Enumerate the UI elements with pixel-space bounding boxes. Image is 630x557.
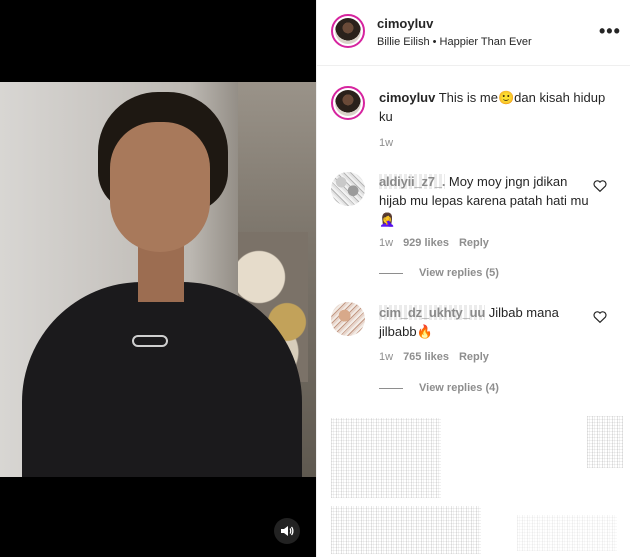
reply-button[interactable]: Reply [459, 237, 489, 249]
caption-timestamp: 1w [379, 137, 394, 149]
post-side-panel: cimoyluv Billie Eilish • Happier Than Ev… [316, 0, 630, 557]
person-body [22, 282, 302, 477]
media-panel [0, 0, 316, 557]
comment-meta: 1w 765 likes Reply [379, 351, 499, 363]
censored-content [331, 418, 441, 498]
heart-icon[interactable] [593, 310, 607, 324]
view-replies-label: View replies (4) [419, 382, 499, 394]
commenter-avatar[interactable] [331, 172, 365, 206]
necklace [132, 335, 168, 347]
comment-text: cim_dz_ukhty_uu Jilbab mana jilbabb🔥 [379, 303, 597, 341]
heart-icon[interactable] [593, 179, 607, 193]
author-avatar[interactable] [331, 14, 365, 48]
censored-content [517, 515, 617, 551]
caption-username[interactable]: cimoyluv [379, 90, 435, 105]
sound-toggle-button[interactable] [274, 518, 300, 544]
comment-likes[interactable]: 929 likes [403, 237, 449, 249]
person-face [110, 122, 210, 252]
commenter-username[interactable]: cim_dz_ukhty_uu [379, 305, 485, 320]
comment-meta: 1w 929 likes Reply [379, 237, 499, 249]
view-replies-button[interactable]: View replies (5) [379, 267, 499, 279]
more-options-icon[interactable]: ••• [599, 22, 621, 40]
post-header: cimoyluv Billie Eilish • Happier Than Ev… [317, 0, 630, 66]
comment-text: aldiyii_z7_. Moy moy jngn jdikan hijab m… [379, 172, 597, 229]
commenter-username[interactable]: aldiyii_z7_. [379, 174, 445, 189]
censored-content [331, 506, 481, 554]
caption-avatar[interactable] [331, 86, 365, 120]
commenter-avatar[interactable] [331, 302, 365, 336]
author-username[interactable]: cimoyluv [377, 16, 433, 31]
view-replies-label: View replies (5) [419, 267, 499, 279]
view-replies-button[interactable]: View replies (4) [379, 382, 499, 394]
audio-track[interactable]: Billie Eilish • Happier Than Ever [377, 36, 532, 48]
comment-likes[interactable]: 765 likes [403, 351, 449, 363]
censored-content [587, 416, 623, 468]
comment-timestamp: 1w [379, 351, 394, 363]
speaker-icon [281, 526, 294, 536]
caption-text: cimoyluv This is me🙂dan kisah hidup ku [379, 88, 609, 126]
reply-button[interactable]: Reply [459, 351, 489, 363]
comment-timestamp: 1w [379, 237, 394, 249]
video-frame[interactable] [0, 82, 316, 477]
